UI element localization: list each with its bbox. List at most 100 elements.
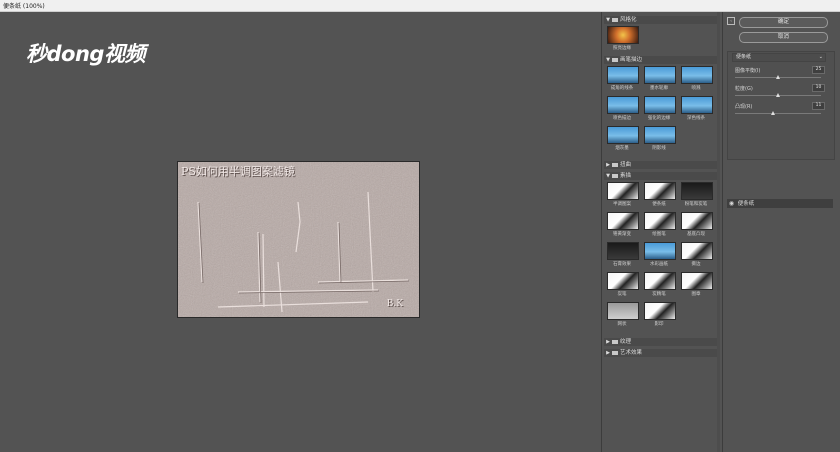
ok-button[interactable]: 确定 [739, 17, 828, 28]
folder-icon [612, 17, 618, 22]
slider-knob[interactable] [776, 93, 780, 97]
filter-thumbnail-label: 强化的边缘 [647, 116, 671, 121]
watermark-logo: 秒dong视频 [26, 42, 145, 66]
filter-preview-icon[interactable] [644, 272, 676, 290]
filter-preview-icon[interactable] [607, 66, 639, 84]
filter-preview-icon[interactable] [607, 242, 639, 260]
filter-preview-icon[interactable] [644, 66, 676, 84]
filter-thumbnail-label: 成角的线条 [610, 86, 634, 91]
param-value-input[interactable]: 10 [812, 84, 825, 92]
filter-thumbnail-label: 炭精笔 [652, 292, 666, 297]
folder-icon [612, 57, 618, 62]
filter-preview-icon[interactable] [607, 212, 639, 230]
chevron-down-icon: ⌄ [818, 54, 823, 60]
filter-preview-icon[interactable] [607, 302, 639, 320]
folder-icon [612, 173, 618, 178]
gallery-category-label: 素描 [620, 173, 632, 179]
param-slider[interactable] [735, 111, 821, 115]
filter-preview-icon[interactable] [644, 182, 676, 200]
expand-down-icon[interactable]: ▼ [604, 172, 612, 180]
filter-preview-icon[interactable] [607, 272, 639, 290]
filter-thumbnail-label: 墨水轮廓 [650, 86, 668, 91]
filter-thumbnail-label: 粉笔和炭笔 [684, 202, 708, 207]
filter-gallery: ▼ 风格化 照亮边缘 ▼ 画笔描边 成角的线条 墨水轮廓 喷溅 喷色描边 强化的边缘 深色线条 烟灰墨… [601, 12, 723, 452]
filter-preview-icon[interactable] [644, 302, 676, 320]
gallery-category-label: 纹理 [620, 339, 632, 345]
filter-thumbnail-label: 图章 [691, 292, 701, 297]
filter-thumbnail-label: 水彩画纸 [650, 262, 668, 267]
filter-preview-icon[interactable] [607, 96, 639, 114]
gallery-category-label: 艺术效果 [620, 350, 643, 356]
window-titlebar: 便条纸 (100%) [0, 0, 840, 12]
expand-right-icon[interactable]: ▶ [604, 349, 612, 357]
filter-thumbnail-label: 撕边 [691, 262, 701, 267]
preview-area[interactable]: 秒dong视频 PS如何用半调图案滤镜 B.K [0, 12, 601, 452]
filter-thumbnail-label: 阴影线 [652, 146, 666, 151]
filter-thumbnail-label: 照亮边缘 [613, 46, 631, 51]
filter-select-value: 便条纸 [736, 54, 752, 60]
effect-layer-item[interactable]: ◉ 便条纸 [727, 199, 833, 208]
filter-thumbnail-label: 深色线条 [687, 116, 705, 121]
filter-thumbnail-label: 炭笔 [617, 292, 627, 297]
filter-thumbnail-label: 烟灰墨 [615, 146, 629, 151]
param-label: 粒度(G) [735, 86, 753, 92]
note-paper-texture [178, 162, 419, 317]
slider-knob[interactable] [776, 75, 780, 79]
expand-right-icon[interactable]: ▶ [604, 338, 612, 346]
folder-icon [612, 162, 618, 167]
filter-preview-icon[interactable] [644, 96, 676, 114]
gallery-category[interactable]: ▼ 画笔描边 [604, 56, 717, 64]
canvas-corner-mark: B.K [386, 299, 403, 309]
filter-thumbnail-label: 铬黄渐变 [613, 232, 631, 237]
gallery-scrollbar[interactable] [717, 12, 720, 452]
expand-down-icon[interactable]: ▼ [604, 56, 612, 64]
filter-preview-icon[interactable] [644, 242, 676, 260]
filter-thumbnail-label: 喷溅 [691, 86, 701, 91]
gallery-category-label: 风格化 [620, 17, 637, 23]
gallery-category-label: 扭曲 [620, 162, 632, 168]
param-row: 粒度(G) 10 [735, 84, 825, 92]
eye-icon[interactable]: ◉ [727, 199, 736, 208]
folder-icon [612, 350, 618, 355]
filter-preview-icon[interactable] [681, 182, 713, 200]
canvas-overlay-text: PS如何用半调图案滤镜 [181, 165, 295, 178]
filter-thumbnail-label: 喷色描边 [613, 116, 631, 121]
filter-preview-icon[interactable] [644, 126, 676, 144]
collapse-gallery-toggle[interactable]: ‹ [727, 17, 735, 25]
filter-preview-icon[interactable] [607, 126, 639, 144]
param-slider[interactable] [735, 75, 821, 79]
filter-preview-icon[interactable] [681, 66, 713, 84]
param-slider[interactable] [735, 93, 821, 97]
param-value-input[interactable]: 11 [812, 102, 825, 110]
gallery-category[interactable]: ▶ 纹理 [604, 338, 717, 346]
filter-thumbnail-label: 影印 [654, 322, 664, 327]
param-row: 凸现(R) 11 [735, 102, 825, 110]
gallery-category[interactable]: ▼ 风格化 [604, 16, 717, 24]
filter-preview-icon[interactable] [681, 272, 713, 290]
param-row: 图像平衡(I) 25 [735, 66, 825, 74]
filter-preview-icon[interactable] [681, 242, 713, 260]
preview-canvas[interactable]: PS如何用半调图案滤镜 B.K [177, 161, 420, 318]
gallery-category[interactable]: ▶ 艺术效果 [604, 349, 717, 357]
filter-select[interactable]: 便条纸 ⌄ [732, 53, 826, 62]
param-value-input[interactable]: 25 [812, 66, 825, 74]
gallery-category[interactable]: ▼ 素描 [604, 172, 717, 180]
gallery-category[interactable]: ▶ 扭曲 [604, 161, 717, 169]
filter-preview-icon[interactable] [607, 26, 639, 44]
effect-layer-label: 便条纸 [737, 201, 755, 207]
expand-down-icon[interactable]: ▼ [604, 16, 612, 24]
param-label: 凸现(R) [735, 104, 753, 110]
slider-knob[interactable] [770, 111, 775, 115]
gallery-category-label: 画笔描边 [620, 57, 643, 63]
expand-right-icon[interactable]: ▶ [604, 161, 612, 169]
folder-icon [612, 339, 618, 344]
cancel-button[interactable]: 取消 [739, 32, 828, 43]
filter-preview-icon[interactable] [607, 182, 639, 200]
filter-thumbnail-label: 绘图笔 [652, 232, 666, 237]
filter-thumbnail-label: 网状 [617, 322, 627, 327]
filter-thumbnail-label: 石膏效果 [613, 262, 631, 267]
filter-preview-icon[interactable] [644, 212, 676, 230]
filter-preview-icon[interactable] [681, 212, 713, 230]
window-title: 便条纸 (100%) [3, 3, 45, 10]
filter-preview-icon[interactable] [681, 96, 713, 114]
